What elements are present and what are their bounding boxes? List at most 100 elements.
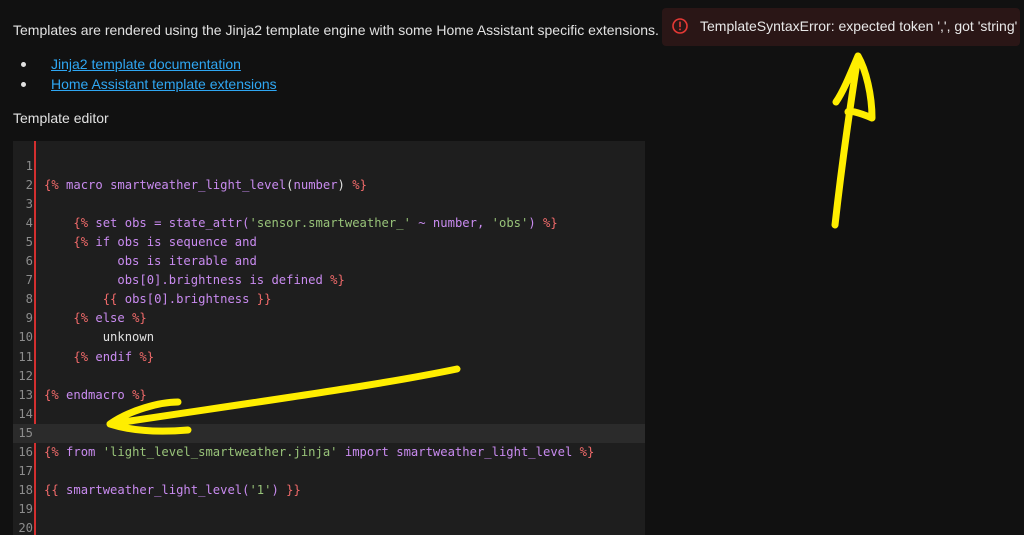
code-text: {% endmacro %} xyxy=(44,386,147,405)
code-token: import smartweather_light_level xyxy=(337,444,573,459)
jinja2-docs-link[interactable]: Jinja2 template documentation xyxy=(51,56,241,72)
code-token: obs is iterable and xyxy=(44,254,257,269)
line-number: 15 xyxy=(18,425,33,440)
code-text: obs[0].brightness is defined %} xyxy=(44,271,345,290)
line-number: 16 xyxy=(18,444,33,459)
alert-circle-icon xyxy=(672,18,688,34)
code-token: unknown xyxy=(44,330,155,345)
code-token: {% xyxy=(44,387,59,402)
code-token: endmacro xyxy=(58,387,125,402)
error-message-box: TemplateSyntaxError: expected token ',',… xyxy=(662,8,1020,46)
code-token: {% xyxy=(44,178,59,193)
code-text: {% endif %} xyxy=(44,348,154,367)
code-line[interactable]: 5 {% if obs is sequence and xyxy=(13,233,645,252)
doc-links: Jinja2 template documentation Home Assis… xyxy=(21,56,277,96)
code-token: 'obs' xyxy=(491,216,529,231)
code-line[interactable]: 2 {% macro smartweather_light_level(numbe… xyxy=(13,176,645,195)
line-number: 9 xyxy=(25,311,33,326)
code-text: {{ obs[0].brightness }} xyxy=(44,290,272,309)
code-line[interactable]: 18 {{ smartweather_light_level('1') }} xyxy=(13,481,645,500)
code-text: {% from 'light_level_smartweather.jinja'… xyxy=(44,443,594,462)
line-number: 2 xyxy=(25,178,33,193)
code-text: {{ smartweather_light_level('1') }} xyxy=(44,481,301,500)
code-line[interactable]: 10 unknown xyxy=(13,328,645,347)
code-line[interactable]: 20 xyxy=(13,519,645,535)
ha-template-extensions-link[interactable]: Home Assistant template extensions xyxy=(51,76,277,92)
code-line[interactable]: 4 {% set obs = state_attr('sensor.smartw… xyxy=(13,214,645,233)
line-number: 19 xyxy=(18,501,33,516)
code-line[interactable]: 6 obs is iterable and xyxy=(13,252,645,271)
code-line[interactable]: 1 xyxy=(13,157,645,176)
code-line[interactable]: 16 {% from 'light_level_smartweather.jinj… xyxy=(13,443,645,462)
code-line[interactable]: 9 {% else %} xyxy=(13,309,645,328)
code-token: ) xyxy=(271,482,279,497)
line-number: 14 xyxy=(18,406,33,421)
code-token: {{ xyxy=(44,482,59,497)
code-token: 'light_level_smartweather.jinja' xyxy=(102,444,338,459)
code-token: ) xyxy=(337,178,345,193)
code-line[interactable]: 14 xyxy=(13,405,645,424)
code-text: obs is iterable and xyxy=(44,252,257,271)
code-token: %} xyxy=(132,349,155,364)
code-token: 'sensor.smartweather_' xyxy=(249,216,411,231)
line-number: 5 xyxy=(25,235,33,250)
code-token: %} xyxy=(124,311,147,326)
code-line[interactable]: 13 {% endmacro %} xyxy=(13,386,645,405)
code-text: {% else %} xyxy=(44,309,147,328)
intro-text: Templates are rendered using the Jinja2 … xyxy=(13,22,659,38)
code-line[interactable]: 19 xyxy=(13,500,645,519)
code-token: {{ xyxy=(102,292,118,307)
code-token: ~ number, xyxy=(410,216,492,231)
code-token: obs[0].brightness is defined xyxy=(44,273,323,288)
code-token: {% xyxy=(73,235,89,250)
code-token: '1' xyxy=(249,482,272,497)
line-number: 4 xyxy=(25,216,33,231)
code-line[interactable]: 15 xyxy=(13,423,645,443)
code-token: from xyxy=(58,444,103,459)
code-line[interactable]: 3 xyxy=(13,195,645,214)
link-item: Jinja2 template documentation xyxy=(21,56,277,76)
line-number: 10 xyxy=(18,330,33,345)
line-number: 7 xyxy=(25,273,33,288)
line-number: 13 xyxy=(18,387,33,402)
code-text: unknown xyxy=(44,328,154,347)
line-number: 1 xyxy=(25,159,33,173)
code-text: {% set obs = state_attr('sensor.smartwea… xyxy=(44,214,558,233)
code-token: {% xyxy=(73,311,89,326)
code-line[interactable]: 11 {% endif %} xyxy=(13,348,645,367)
code-line[interactable]: 12 xyxy=(13,367,645,386)
template-editor[interactable]: 1 2 {% macro smartweather_light_level(numb… xyxy=(13,141,645,535)
code-line[interactable]: 7 obs[0].brightness is defined %} xyxy=(13,271,645,290)
code-token: {% xyxy=(44,444,59,459)
code-line[interactable]: 8 {{ obs[0].brightness }} xyxy=(13,290,645,309)
code-token: else xyxy=(88,311,125,326)
line-number: 3 xyxy=(25,197,33,212)
line-number: 6 xyxy=(25,254,33,269)
code-token: %} xyxy=(535,216,558,231)
line-number: 20 xyxy=(18,520,33,535)
code-text: {% if obs is sequence and xyxy=(44,233,257,252)
code-token: smartweather_light_level xyxy=(110,178,287,193)
code-token: macro xyxy=(58,178,111,193)
code-token: {% xyxy=(73,349,89,364)
code-token: if obs is sequence and xyxy=(88,235,257,250)
code-text: {% macro smartweather_light_level(number… xyxy=(44,176,367,195)
code-token: %} xyxy=(124,387,147,402)
line-number: 8 xyxy=(25,292,33,307)
code-token: ) xyxy=(528,216,536,231)
editor-label: Template editor xyxy=(13,110,109,126)
code-token: number xyxy=(293,178,338,193)
annotation-arrow-up xyxy=(831,52,876,229)
code-token: %} xyxy=(322,273,345,288)
code-token: {% xyxy=(73,216,89,231)
code-token: ( xyxy=(286,178,294,193)
link-item: Home Assistant template extensions xyxy=(21,76,277,96)
code-token: }} xyxy=(278,482,301,497)
code-token: %} xyxy=(344,178,367,193)
code-line[interactable]: 17 xyxy=(13,462,645,481)
code-token: smartweather_light_level( xyxy=(58,482,250,497)
